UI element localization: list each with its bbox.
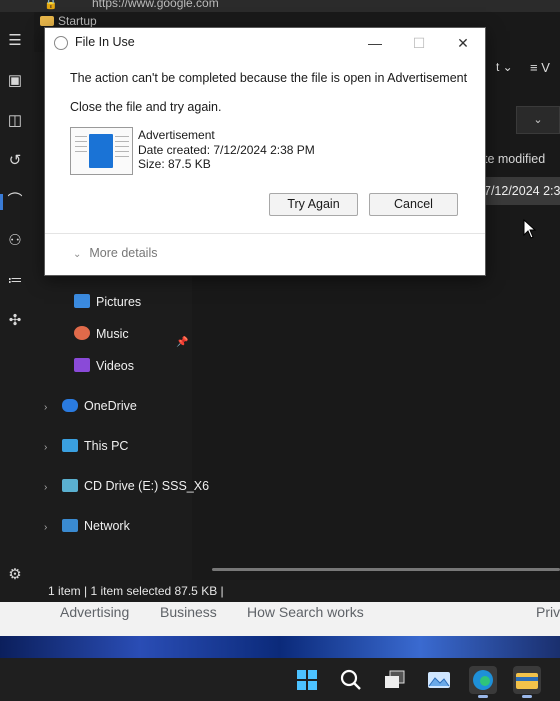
document-icon (89, 134, 113, 168)
pictures-icon (74, 294, 90, 308)
thumb-line (115, 156, 129, 157)
dialog-title: File In Use (75, 35, 135, 49)
active-indicator (0, 194, 3, 210)
browser-address-bar[interactable]: 🔒 https://www.google.com (0, 0, 560, 12)
settings-gear-icon[interactable]: ⚙ (6, 566, 24, 584)
sort-dropdown[interactable]: t ⌄ (496, 60, 513, 74)
nav-item-videos[interactable]: Videos (74, 356, 134, 376)
cancel-button[interactable]: Cancel (369, 193, 458, 216)
browser-url[interactable]: https://www.google.com (92, 0, 219, 10)
file-info: Advertisement Date created: 7/12/2024 2:… (138, 128, 315, 172)
search-dropdown[interactable]: ⌄ (516, 106, 560, 134)
nav-item-onedrive[interactable]: › OneDrive (44, 396, 137, 416)
edge-icon[interactable] (469, 666, 497, 698)
history-icon[interactable]: ↺ (6, 152, 24, 170)
thumb-line (75, 151, 87, 152)
this-pc-icon (62, 439, 78, 452)
minimize-button[interactable]: — (353, 28, 397, 58)
taskbar (0, 658, 560, 701)
thumb-line (75, 146, 87, 147)
videos-icon (74, 358, 90, 372)
dialog-titlebar[interactable]: File In Use — ☐ ✕ (45, 28, 485, 58)
app-sidebar: ☰ ▣ ◫ ↺ ⌒ ⚇ ≔ ✣ ⚙ (0, 12, 34, 602)
thumb-line (115, 151, 129, 152)
clock-icon (54, 36, 68, 50)
explorer-title: Startup (40, 14, 97, 28)
nav-item-music[interactable]: Music (74, 324, 129, 344)
dialog-message: The action can't be completed because th… (70, 71, 468, 85)
onedrive-icon (62, 399, 78, 412)
view-menu[interactable]: ≡ V (530, 60, 550, 75)
start-icon[interactable] (293, 666, 321, 694)
google-footer: Advertising Business How Search works Pr… (0, 602, 560, 636)
file-in-use-dialog: File In Use — ☐ ✕ The action can't be co… (44, 27, 486, 276)
thumb-line (115, 136, 129, 137)
thumb-line (115, 141, 129, 142)
layout-icon[interactable]: ▣ (6, 72, 24, 90)
file-explorer-icon[interactable] (513, 666, 541, 698)
chevron-down-icon[interactable]: ⌄ (73, 249, 81, 260)
more-details-toggle[interactable]: ⌄ More details (73, 246, 157, 260)
activity-icon[interactable]: ◫ (6, 112, 24, 130)
chevron-right-icon[interactable]: › (44, 398, 56, 418)
users-icon[interactable]: ⚇ (6, 232, 24, 250)
nav-item-this-pc[interactable]: › This PC (44, 436, 128, 456)
nav-item-network[interactable]: › Network (44, 516, 130, 536)
thumb-line (75, 136, 87, 137)
file-size: Size: 87.5 KB (138, 157, 211, 171)
try-again-button[interactable]: Try Again (269, 193, 358, 216)
thumb-line (115, 146, 129, 147)
search-icon[interactable] (337, 666, 365, 694)
file-thumbnail (70, 127, 133, 175)
chevron-right-icon[interactable]: › (44, 438, 56, 458)
status-bar: 1 item | 1 item selected 87.5 KB | (34, 580, 560, 602)
footer-link-privacy[interactable]: Priv (536, 604, 560, 620)
nav-item-pictures[interactable]: Pictures (74, 292, 141, 312)
music-icon (74, 326, 90, 340)
active-app-indicator (478, 695, 488, 698)
dialog-body: The action can't be completed because th… (45, 58, 485, 233)
maximize-button[interactable]: ☐ (397, 28, 441, 58)
horizontal-scrollbar[interactable] (212, 568, 560, 571)
footer-link-advertising[interactable]: Advertising (60, 604, 129, 620)
footer-link-business[interactable]: Business (160, 604, 217, 620)
extensions-icon[interactable]: ✣ (6, 312, 24, 330)
dialog-instruction: Close the file and try again. (70, 100, 222, 114)
mouse-cursor-icon (523, 219, 537, 239)
close-button[interactable]: ✕ (441, 28, 485, 58)
pin-icon[interactable]: 📌 (176, 337, 188, 348)
chevron-right-icon[interactable]: › (44, 518, 56, 538)
network-icon (62, 519, 78, 532)
speed-icon[interactable]: ⌒ (6, 192, 24, 210)
dialog-divider (45, 233, 485, 234)
lock-icon: 🔒 (44, 0, 58, 10)
footer-link-how-search-works[interactable]: How Search works (247, 604, 364, 620)
active-app-indicator (522, 695, 532, 698)
column-header-date-modified[interactable]: te modified (484, 152, 545, 166)
selected-file-row[interactable]: 7/12/2024 2:38 PM (480, 177, 560, 205)
hamburger-menu-icon[interactable]: ☰ (6, 32, 24, 50)
chevron-right-icon[interactable]: › (44, 478, 56, 498)
file-name: Advertisement (138, 128, 215, 142)
thumb-line (75, 141, 87, 142)
cd-drive-icon (62, 479, 78, 492)
task-view-icon[interactable] (381, 666, 409, 694)
photos-icon[interactable] (425, 666, 453, 694)
folder-icon (40, 16, 54, 26)
nav-item-cd-drive[interactable]: › CD Drive (E:) SSS_X6 (44, 476, 209, 496)
list-icon[interactable]: ≔ (6, 272, 24, 290)
file-date-created: Date created: 7/12/2024 2:38 PM (138, 142, 315, 157)
desktop-wallpaper (0, 636, 560, 658)
